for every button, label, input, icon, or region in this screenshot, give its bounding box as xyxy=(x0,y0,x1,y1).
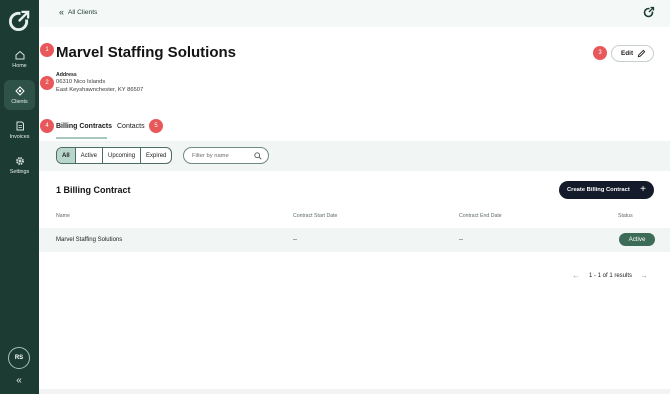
column-header-start-date: Contract Start Date xyxy=(293,213,338,219)
sidebar-item-label: Home xyxy=(12,62,27,69)
address-line-1: 06310 Nico Islands xyxy=(56,79,106,85)
search-input[interactable] xyxy=(192,151,252,161)
tab-billing-contracts[interactable]: Billing Contracts xyxy=(56,123,112,130)
table-row[interactable]: Marvel Staffing Solutions -- -- Active xyxy=(39,228,670,252)
sidebar-item-label: Settings xyxy=(9,168,30,175)
active-tab-indicator xyxy=(56,137,107,139)
column-header-name: Name xyxy=(56,213,70,219)
clients-icon xyxy=(14,85,25,96)
filter-upcoming-button[interactable]: Upcoming xyxy=(103,148,142,163)
status-badge: Active xyxy=(619,233,655,246)
invoice-icon xyxy=(16,121,24,130)
filter-expired-button[interactable]: Expired xyxy=(141,148,171,163)
contracts-section: 1 Billing Contract Create Billing Contra… xyxy=(39,171,670,394)
avatar[interactable]: RS xyxy=(8,347,30,369)
sidebar: Home Clients Invoices Settings RS « xyxy=(0,0,39,394)
account-icon[interactable] xyxy=(643,6,655,18)
marker-badge: 4 xyxy=(40,119,54,133)
sidebar-item-home[interactable]: Home xyxy=(4,44,35,74)
contract-name-cell: Marvel Staffing Solutions xyxy=(56,237,123,243)
home-icon xyxy=(15,50,24,59)
edit-label: Edit xyxy=(621,50,634,57)
column-header-end-date: Contract End Date xyxy=(459,213,502,219)
marker-badge: 2 xyxy=(40,76,54,90)
contract-start-cell: -- xyxy=(293,237,297,243)
previous-page-arrow-icon[interactable]: ← xyxy=(572,271,580,280)
next-page-arrow-icon[interactable]: → xyxy=(640,271,648,280)
create-billing-contract-button[interactable]: Create Billing Contract + xyxy=(559,181,654,199)
column-header-status: Status xyxy=(618,213,633,219)
collapse-sidebar-icon[interactable]: « xyxy=(13,376,25,386)
address-line-2: East Keyshawnchester, KY 86507 xyxy=(56,87,144,93)
status-filter-segmented-control: All Active Upcoming Expired xyxy=(56,147,173,164)
client-header: 1 Marvel Staffing Solutions 2 Address 06… xyxy=(39,27,670,141)
marker-badge: 3 xyxy=(593,46,607,60)
contracts-count-heading: 1 Billing Contract xyxy=(56,185,131,195)
tab-contacts[interactable]: Contacts xyxy=(117,123,145,130)
sidebar-item-settings[interactable]: Settings xyxy=(4,150,35,180)
marker-badge: 1 xyxy=(40,43,54,57)
double-chevron-left-icon: « xyxy=(59,7,65,17)
sidebar-item-clients[interactable]: Clients xyxy=(4,80,35,110)
brand-logo-icon[interactable] xyxy=(8,9,31,32)
filter-all-button[interactable]: All xyxy=(57,148,76,163)
top-bar: « All Clients xyxy=(39,0,670,27)
filter-active-button[interactable]: Active xyxy=(76,148,104,163)
pencil-icon xyxy=(637,49,646,58)
page-title: Marvel Staffing Solutions xyxy=(56,44,237,61)
marker-badge: 5 xyxy=(149,119,163,133)
sidebar-item-label: Clients xyxy=(11,98,28,105)
plus-icon: + xyxy=(640,184,646,195)
search-box xyxy=(183,147,269,164)
filter-bar: All Active Upcoming Expired xyxy=(39,141,670,171)
search-icon[interactable] xyxy=(254,152,262,160)
address-label: Address xyxy=(56,72,77,78)
sidebar-item-label: Invoices xyxy=(9,133,30,140)
bottom-divider xyxy=(39,389,670,394)
edit-button[interactable]: Edit xyxy=(611,45,654,62)
gear-icon xyxy=(15,156,24,165)
contract-end-cell: -- xyxy=(459,237,463,243)
back-link-label: All Clients xyxy=(68,8,98,16)
pagination-summary: 1 - 1 of 1 results xyxy=(589,273,633,279)
sidebar-item-invoices[interactable]: Invoices xyxy=(4,115,35,145)
back-to-clients-link[interactable]: « All Clients xyxy=(59,7,98,17)
create-button-label: Create Billing Contract xyxy=(567,187,630,193)
